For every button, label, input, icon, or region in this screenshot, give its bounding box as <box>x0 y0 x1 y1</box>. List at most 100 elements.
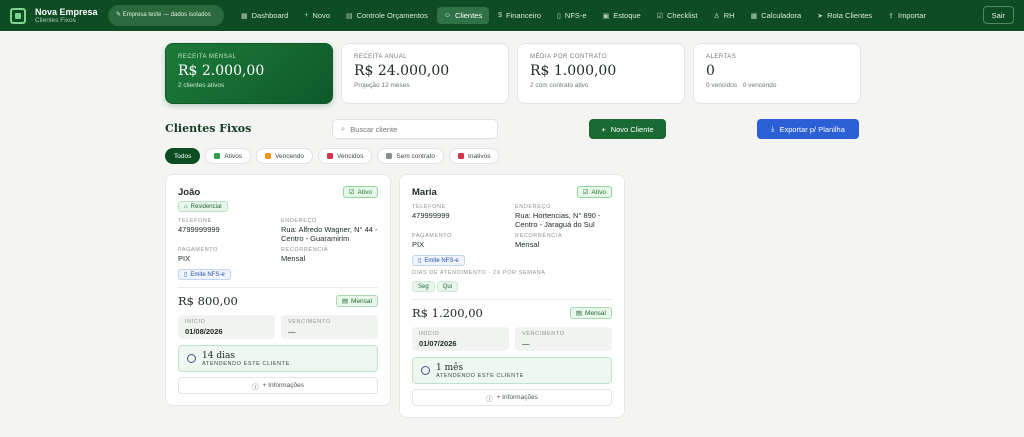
nav-item-label: Calculadora <box>761 11 802 20</box>
nav-item-label: Importar <box>898 11 926 20</box>
nav-item-clientes[interactable]: ☺ Clientes <box>436 7 490 24</box>
nav-item-label: Financeiro <box>506 11 542 20</box>
nfse-label: Emite NFS-e <box>190 271 225 278</box>
stats-row: RECEITA MENSAL R$ 2.000,00 2 clientes ativ… <box>165 43 861 104</box>
filter-sem-contrato[interactable]: Sem contrato <box>377 148 445 164</box>
type-label: Residencial <box>190 203 222 210</box>
tenure-box: 1 mês ATENDENDO ESTE CLIENTE <box>412 357 612 384</box>
day-chip: Qui <box>436 281 459 292</box>
plus-icon: + <box>601 124 606 134</box>
nav-dashboard-icon: ▦ <box>241 12 248 20</box>
status-badge: ☑ Ativo <box>576 186 612 198</box>
more-info-button[interactable]: ⓘ + Informações <box>412 389 612 406</box>
stat-value: 0 <box>706 63 715 79</box>
clock-icon <box>421 366 430 375</box>
nav-item-importar[interactable]: ⇪ Importar <box>881 7 933 24</box>
client-price: R$ 800,00 <box>178 294 238 308</box>
stat-card-alertas: ALERTAS 0 0 vencidos · 0 vencendo <box>693 43 861 104</box>
field-label: PAGAMENTO <box>178 247 219 253</box>
nav-item-novo[interactable]: + Novo <box>297 7 337 24</box>
filter-ativos[interactable]: Ativos <box>205 148 252 164</box>
check-icon: ☑ <box>582 189 589 196</box>
logout-button[interactable]: Sair <box>982 6 1014 24</box>
field-label: ENDEREÇO <box>515 204 551 210</box>
nav-controle-orcamentos-icon: ▤ <box>345 12 353 20</box>
stat-subtitle: 2 clientes ativos <box>178 82 225 89</box>
divider <box>178 287 378 288</box>
nav-item-label: Rota Clientes <box>827 11 873 20</box>
filter-inativos[interactable]: Inativos <box>449 148 500 164</box>
nav-checklist-icon: ☑ <box>656 12 664 20</box>
date-label: VENCIMENTO <box>288 319 331 325</box>
nav-item-nfs-e[interactable]: ▯ NFS-e <box>550 7 594 24</box>
date-start: INÍCIO 01/08/2026 <box>178 315 275 339</box>
new-client-button[interactable]: + Novo Cliente <box>589 119 666 139</box>
stat-subtitle: 0 vencidos · 0 vencendo <box>706 82 777 89</box>
field-value: Rua: Hortencias, N° 890 - Centro - Jarag… <box>515 211 601 229</box>
date-label: VENCIMENTO <box>522 331 565 337</box>
contract-dates: INÍCIO 01/07/2026 VENCIMENTO — <box>412 327 612 351</box>
field-address: ENDEREÇO Rua: Alfredo Wagner, N° 44 - Cen… <box>281 218 378 243</box>
stat-card-receita-mensal: RECEITA MENSAL R$ 2.000,00 2 clientes ativ… <box>165 43 333 104</box>
nav-item-financeiro[interactable]: $ Financeiro <box>491 7 548 24</box>
new-client-label: Novo Cliente <box>610 124 654 134</box>
client-card[interactable]: Maria ☑ Ativo TELEFONE 479999999 ENDEREÇO Rua:… <box>399 174 625 418</box>
period-label: Mensal <box>351 297 372 305</box>
nav-item-rota-clientes[interactable]: ➤ Rota Clientes <box>810 7 879 24</box>
client-price: R$ 1.200,00 <box>412 306 483 320</box>
client-fields: TELEFONE 479999999 ENDEREÇO Rua: Hortencias… <box>412 204 612 249</box>
nav-importar-icon: ⇪ <box>888 12 895 20</box>
nav-item-estoque[interactable]: ▣ Estoque <box>596 7 648 24</box>
price-row: R$ 800,00 ▤ Mensal <box>178 294 378 308</box>
brand[interactable]: Nova Empresa Clientes Fixos <box>10 7 102 25</box>
field-phone: TELEFONE 479999999 <box>412 204 515 229</box>
filter-vencidos[interactable]: Vencidos <box>317 148 373 164</box>
test-company-pill[interactable]: ✎ Empresa teste — dados isolados <box>108 5 224 26</box>
nav-item-checklist[interactable]: ☑ Checklist <box>650 7 705 24</box>
status-label: Ativo <box>357 188 372 196</box>
stat-value: R$ 2.000,00 <box>178 63 265 79</box>
more-info-button[interactable]: ⓘ + Informações <box>178 377 378 394</box>
search-box[interactable]: ⌕ <box>332 119 498 139</box>
date-value: 01/08/2026 <box>185 327 223 336</box>
nfse-label: Emite NFS-e <box>424 257 459 264</box>
nav-novo-icon: + <box>304 12 309 19</box>
filter-vencendo[interactable]: Vencendo <box>256 148 313 164</box>
nav-item-calculadora[interactable]: ▦ Calculadora <box>744 7 809 24</box>
stat-label: RECEITA MENSAL <box>178 54 237 60</box>
tenure-text: 1 mês ATENDENDO ESTE CLIENTE <box>436 363 524 379</box>
filter-todos[interactable]: Todos <box>165 148 201 164</box>
brand-subtitle: Clientes Fixos <box>35 16 76 24</box>
field-label: PAGAMENTO <box>412 233 453 239</box>
field-recurrence: RECORRÊNCIA Mensal <box>281 247 378 263</box>
period-label: Mensal <box>585 309 606 317</box>
nav-item-dashboard[interactable]: ▦ Dashboard <box>234 7 295 24</box>
field-label: ENDEREÇO <box>281 218 317 224</box>
filter-ativos-icon <box>214 153 221 159</box>
nav-item-rh[interactable]: ♙ RH <box>706 7 741 24</box>
stat-card-receita-anual: RECEITA ANUAL R$ 24.000,00 Projeção 12 mes… <box>341 43 509 104</box>
stat-value: R$ 1.000,00 <box>530 63 617 79</box>
search-input[interactable] <box>350 124 491 134</box>
stat-label: ALERTAS <box>706 54 737 60</box>
date-value: 01/07/2026 <box>419 339 457 348</box>
filter-label: Vencendo <box>275 152 304 160</box>
field-label: TELEFONE <box>412 204 446 210</box>
field-phone: TELEFONE 4799999999 <box>178 218 281 243</box>
more-info-label: + Informações <box>496 394 538 401</box>
client-card[interactable]: João ☑ Ativo ⌂ Residencial TELEFONE 4799999999… <box>165 174 391 406</box>
page-title: Clientes Fixos <box>165 122 252 135</box>
check-icon: ☑ <box>348 189 355 196</box>
brand-logo-icon <box>10 7 26 24</box>
field-value: Mensal <box>515 240 540 249</box>
stat-card-media-por-contrato: MÉDIA POR CONTRATO R$ 1.000,00 2 com contr… <box>517 43 685 104</box>
export-spreadsheet-button[interactable]: ⤓ Exportar p/ Planilha <box>757 119 859 139</box>
filter-vencendo-icon <box>265 153 272 159</box>
stat-label: RECEITA ANUAL <box>354 54 408 60</box>
nav-clientes-icon: ☺ <box>443 12 451 19</box>
nav-item-controle-orcamentos[interactable]: ▤ Controle Orçamentos <box>339 7 435 24</box>
field-label: TELEFONE <box>178 218 212 224</box>
field-value: PIX <box>178 254 191 263</box>
field-value: Rua: Alfredo Wagner, N° 44 - Centro - Gu… <box>281 225 378 243</box>
filter-label: Sem contrato <box>396 152 436 160</box>
